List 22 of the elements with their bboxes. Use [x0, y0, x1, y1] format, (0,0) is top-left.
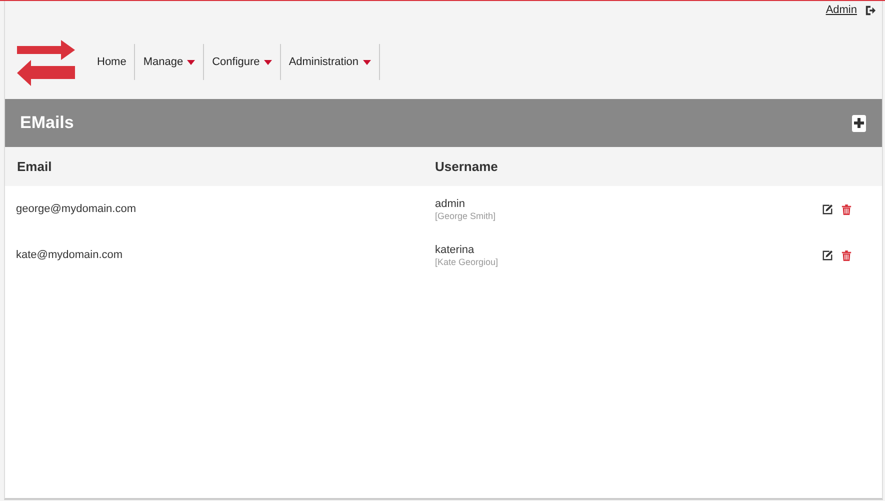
panel-title: EMails [20, 113, 74, 133]
add-button[interactable] [852, 114, 866, 132]
plus-icon [854, 118, 864, 128]
logout-icon[interactable] [865, 4, 876, 16]
username: katerina [435, 244, 476, 256]
username: admin [435, 198, 466, 210]
full-name: [Kate Georgiou] [435, 256, 500, 266]
full-name: [George Smith] [435, 210, 497, 220]
edit-icon[interactable] [822, 204, 833, 214]
edit-icon[interactable] [822, 250, 833, 260]
email-cell-text: george@mydomain.com [15, 203, 137, 215]
email-cell-text: kate@mydomain.com [15, 249, 124, 261]
delete-icon[interactable] [841, 250, 852, 260]
user-link[interactable]: Admin [826, 4, 857, 16]
delete-icon[interactable] [841, 204, 852, 214]
nav-menu-item[interactable]: Home [89, 44, 136, 80]
nav-menu-item[interactable]: Administration [280, 44, 380, 80]
logo-icon[interactable] [17, 40, 75, 86]
nav-menu-item[interactable]: Configure [204, 44, 281, 80]
column-header: Email [16, 159, 53, 174]
column-header: Username [435, 159, 499, 174]
nav-menu-item[interactable]: Manage [135, 44, 204, 80]
